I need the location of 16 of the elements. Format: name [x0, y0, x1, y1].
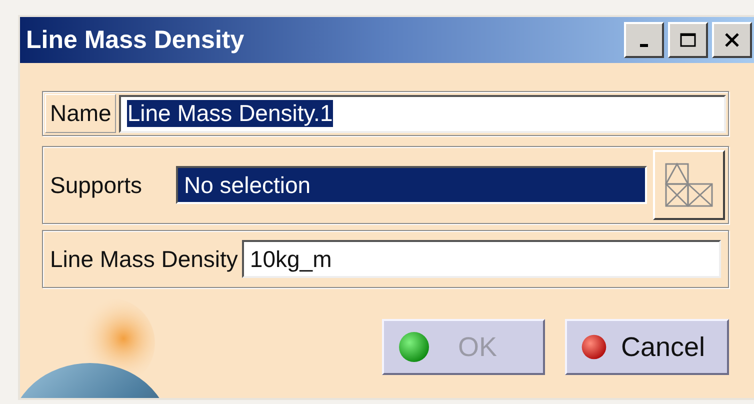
supports-field[interactable]: No selection — [176, 166, 647, 204]
field-label: Line Mass Density — [49, 246, 239, 272]
selection-button[interactable] — [653, 150, 725, 220]
minimize-button[interactable] — [624, 22, 664, 58]
field-label: Name — [45, 94, 116, 133]
maximize-icon — [679, 32, 697, 48]
density-field[interactable]: 10kg_m — [242, 240, 721, 278]
name-field[interactable]: Line Mass Density.1 — [119, 94, 726, 132]
minimize-icon — [640, 44, 648, 46]
maximize-button[interactable] — [668, 22, 708, 58]
close-icon — [723, 32, 741, 48]
cancel-button[interactable]: Cancel — [565, 319, 729, 375]
field-label: Supports — [49, 172, 144, 198]
close-button[interactable] — [712, 22, 752, 58]
window-title: Line Mass Density — [26, 26, 244, 54]
ball-icon — [398, 331, 430, 363]
